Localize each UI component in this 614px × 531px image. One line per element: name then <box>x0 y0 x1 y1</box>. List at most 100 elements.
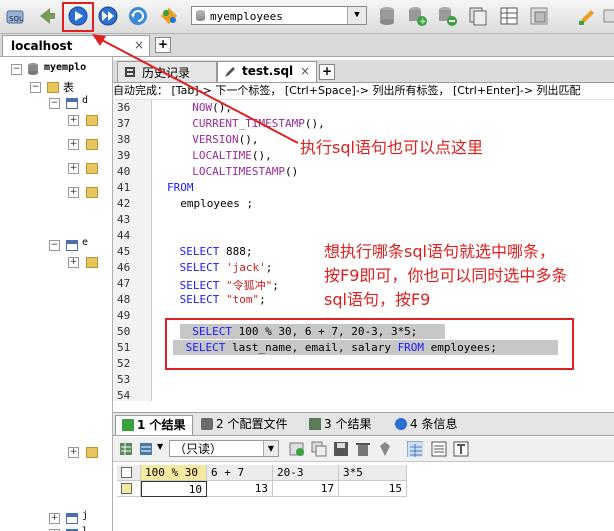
db-add-icon[interactable]: + <box>405 4 429 28</box>
sql-keyword: SELECT <box>179 261 220 274</box>
line-number: 54 <box>117 389 131 401</box>
delete-icon[interactable] <box>355 441 371 457</box>
expand-icon[interactable]: + <box>68 257 79 268</box>
code-line: LOCALTIME(), <box>179 149 271 162</box>
sql-keyword: SELECT <box>179 293 220 306</box>
collapse-icon[interactable]: − <box>49 98 60 109</box>
database-select[interactable]: myemployees ▼ <box>191 6 367 25</box>
tab-profile[interactable]: 2 个配置文件 <box>201 415 287 433</box>
folder-icon <box>86 187 98 198</box>
row-checkbox[interactable] <box>121 483 132 494</box>
filter-icon[interactable] <box>377 441 393 457</box>
column-header[interactable]: 100 % 30 <box>141 465 207 481</box>
export-icon[interactable] <box>527 4 551 28</box>
tree-root-label[interactable]: myemplo <box>44 62 86 73</box>
sql-text: ; <box>272 279 279 292</box>
sql-icon[interactable]: SQL <box>3 4 27 28</box>
column-header[interactable]: 6 + 7 <box>207 465 273 481</box>
save-icon[interactable] <box>333 441 349 457</box>
info-icon <box>395 418 407 430</box>
expand-icon[interactable]: + <box>49 513 60 524</box>
database-icon <box>28 63 38 75</box>
copy-icon[interactable] <box>598 4 614 28</box>
folder-icon <box>47 82 59 93</box>
table-cell[interactable]: 17 <box>273 481 339 497</box>
collapse-icon[interactable]: − <box>11 64 22 75</box>
folder-icon <box>86 447 98 458</box>
import-results-icon[interactable] <box>139 441 155 457</box>
column-header[interactable]: 3*5 <box>339 465 407 481</box>
tab-messages[interactable]: 4 条信息 <box>395 415 457 433</box>
db-remove-icon[interactable] <box>435 4 459 28</box>
refresh-icon[interactable] <box>126 4 150 28</box>
brush-icon[interactable] <box>575 4 599 28</box>
line-number: 42 <box>117 197 131 210</box>
chevron-down-icon[interactable]: ▼ <box>157 442 163 451</box>
run-button-highlight <box>62 2 94 32</box>
table-cell[interactable]: 13 <box>207 481 273 497</box>
sql-text: (), <box>304 117 325 130</box>
text-view-icon[interactable] <box>453 441 469 457</box>
tree-node-e[interactable]: e <box>82 237 88 248</box>
row-header <box>117 481 141 497</box>
sql-text: ; <box>265 261 273 274</box>
expand-icon[interactable]: + <box>68 163 79 174</box>
grid-icon[interactable] <box>497 4 521 28</box>
line-number: 45 <box>117 245 131 258</box>
line-number: 44 <box>117 229 131 242</box>
add-row-icon[interactable] <box>289 441 305 457</box>
expand-icon[interactable]: + <box>68 139 79 150</box>
line-number: 48 <box>117 293 131 306</box>
table-cell[interactable]: 10 <box>141 481 207 497</box>
select-all-checkbox[interactable] <box>121 467 132 478</box>
tree-tables-label[interactable]: 表 <box>63 79 74 95</box>
database-icon <box>196 10 205 21</box>
table-icon <box>66 240 78 251</box>
line-number: 40 <box>117 165 131 178</box>
tab-result-1[interactable]: 1 个结果 <box>115 415 193 435</box>
code-line: SELECT 888; <box>173 245 253 258</box>
tab-profile-label: 2 个配置文件 <box>216 417 288 431</box>
expand-icon[interactable]: + <box>68 447 79 458</box>
new-editor-tab-button[interactable]: + <box>319 64 335 80</box>
db-copy-icon[interactable] <box>466 4 490 28</box>
run-all-icon[interactable] <box>96 4 120 28</box>
sql-keyword: SELECT <box>179 245 220 258</box>
tree-node-l[interactable]: l <box>82 526 88 531</box>
expand-icon[interactable]: + <box>68 187 79 198</box>
readonly-select[interactable]: （只读） ▼ <box>169 440 279 457</box>
line-number: 52 <box>117 357 131 370</box>
sql-text: ; <box>259 293 266 306</box>
db-tool-icon[interactable] <box>375 4 399 28</box>
sql-keyword: FROM <box>167 181 194 194</box>
expand-icon[interactable]: + <box>68 115 79 126</box>
tree-node-j[interactable]: j <box>82 510 88 521</box>
back-icon[interactable] <box>35 4 59 28</box>
collapse-icon[interactable]: − <box>30 82 41 93</box>
chevron-down-icon[interactable]: ▼ <box>263 441 278 456</box>
column-header[interactable]: 20-3 <box>273 465 339 481</box>
collapse-icon[interactable]: − <box>49 240 60 251</box>
tab-result-3[interactable]: 3 个结果 <box>309 415 371 433</box>
tab-localhost-label: localhost <box>11 39 73 53</box>
form-view-icon[interactable] <box>431 441 447 457</box>
sql-function: LOCALTIME <box>192 149 252 162</box>
schema-icon[interactable] <box>157 4 181 28</box>
line-number: 53 <box>117 373 131 386</box>
svg-text:+: + <box>419 17 427 27</box>
chevron-down-icon[interactable]: ▼ <box>347 7 366 24</box>
export-results-icon[interactable] <box>119 441 135 457</box>
code-line: LOCALTIMESTAMP() <box>179 165 298 178</box>
annotation-select-note-line3: sql语句，按F9 <box>324 290 431 309</box>
grid-view-icon[interactable] <box>407 441 423 457</box>
code-line: SELECT "令狐冲"; <box>173 277 279 293</box>
code-line: SELECT "tom"; <box>173 293 266 306</box>
table-cell[interactable]: 15 <box>339 481 407 497</box>
duplicate-row-icon[interactable] <box>311 441 327 457</box>
